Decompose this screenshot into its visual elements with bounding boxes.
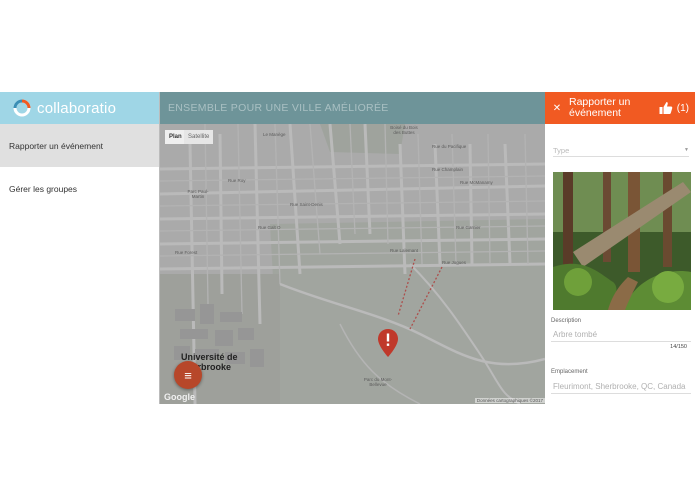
map-credit: Données cartographiques ©2017 xyxy=(474,398,545,403)
map-label: Rue Lalemant xyxy=(390,248,419,253)
map-label: Parc du Mont-Bellevue xyxy=(363,377,393,387)
event-photo xyxy=(553,172,691,310)
sidebar-item-manage-groups[interactable]: Gérer les groupes xyxy=(0,167,159,210)
report-panel: ✕ Rapporter un événement (1) Type ▼ Desc… xyxy=(545,92,695,404)
map-label: Rue Galt O xyxy=(258,225,281,230)
dropdown-arrow-icon: ▼ xyxy=(684,147,689,153)
type-placeholder: Type xyxy=(553,145,570,155)
thumbs-up-icon[interactable] xyxy=(659,101,673,115)
map-label: Rue McManamy xyxy=(460,180,493,185)
map-label: Rue Roy xyxy=(228,178,246,183)
close-icon[interactable]: ✕ xyxy=(545,103,569,114)
map-label: Le Manège xyxy=(263,132,286,137)
sidebar-item-report-event[interactable]: Rapporter un événement xyxy=(0,124,159,167)
map-label: Rue Forest xyxy=(175,250,198,255)
menu-icon: ≡ xyxy=(184,367,192,383)
map-label: Rue Jogues xyxy=(442,260,467,265)
sidebar-item-label: Rapporter un événement xyxy=(9,140,104,151)
menu-fab-button[interactable]: ≡ xyxy=(174,361,202,389)
logo-icon xyxy=(13,99,31,117)
brand-name: collaboratio xyxy=(37,99,117,117)
page-title: ENSEMBLE POUR UNE VILLE AMÉLIORÉE xyxy=(168,102,389,114)
google-logo: Google xyxy=(164,392,195,402)
map-pin-icon[interactable] xyxy=(377,328,399,358)
sidebar: collaboratio Rapporter un événement Gére… xyxy=(0,92,160,404)
description-field[interactable]: Arbre tombé xyxy=(551,328,691,342)
type-select[interactable]: Type ▼ xyxy=(553,144,689,157)
panel-header: ✕ Rapporter un événement (1) xyxy=(545,92,695,124)
char-count: 14/150 xyxy=(670,344,687,350)
sidebar-item-label: Gérer les groupes xyxy=(9,183,78,194)
map-label: Rue Garnier xyxy=(456,225,481,230)
app-frame: collaboratio Rapporter un événement Gére… xyxy=(0,92,695,404)
map-type-satellite-button[interactable]: Satellite xyxy=(184,130,214,144)
map-label: Rue Champlain xyxy=(432,167,464,172)
like-count: (1) xyxy=(676,102,689,114)
map-label: Boisé du Bois des Buttes xyxy=(390,125,418,135)
location-field[interactable]: Fleurimont, Sherbrooke, QC, Canada xyxy=(551,380,691,394)
map-type-plan-button[interactable]: Plan xyxy=(165,130,186,144)
map-label: Rue Saint-Denis xyxy=(290,202,323,207)
map-label: Parc Paul-Martin xyxy=(187,189,209,199)
map-label: Rue du Pacifique xyxy=(432,144,467,149)
map-header: ENSEMBLE POUR UNE VILLE AMÉLIORÉE xyxy=(160,92,545,124)
panel-title: Rapporter un événement xyxy=(569,96,631,119)
brand-bar: collaboratio xyxy=(0,92,159,124)
location-label: Emplacement xyxy=(551,369,588,375)
description-label: Description xyxy=(551,318,582,324)
map-area[interactable]: ENSEMBLE POUR UNE VILLE AMÉLIORÉE Plan S… xyxy=(160,92,545,404)
